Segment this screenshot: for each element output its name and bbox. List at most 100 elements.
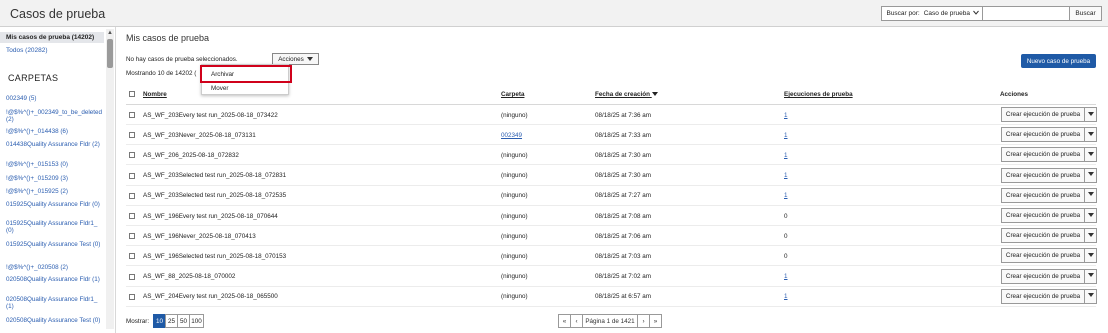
last-page-button[interactable]: » [649,314,662,328]
create-run-button[interactable]: Crear ejecución de prueba [1001,127,1085,143]
create-run-menu-button[interactable] [1085,127,1097,143]
row-created: 08/18/25 at 7:33 am [595,131,652,139]
create-run-button[interactable]: Crear ejecución de prueba [1001,248,1085,264]
sidebar-folder[interactable]: !@$%^()+_002349_to_be_deleted (2) [6,109,102,123]
sidebar-folder[interactable]: !@$%^()+_015209 (3) [6,175,102,182]
row-name[interactable]: AS_WF_203Selected test run_2025-08-18_07… [143,172,286,179]
row-checkbox[interactable] [129,253,135,260]
row-name[interactable]: AS_WF_204Every test run_2025-08-18_06550… [143,293,278,300]
create-run-menu-button[interactable] [1085,228,1097,244]
create-run-button[interactable]: Crear ejecución de prueba [1001,167,1085,183]
create-run-split-button: Crear ejecución de prueba [1001,208,1097,223]
row-name[interactable]: AS_WF_196Every test run_2025-08-18_07064… [143,213,278,220]
sidebar-folder[interactable]: 002349 (5) [6,95,102,102]
sidebar-scrollbar[interactable]: ▲ [106,29,114,329]
create-run-button[interactable]: Crear ejecución de prueba [1001,147,1085,163]
row-folder[interactable]: 002349 [501,132,522,139]
sidebar-folder[interactable]: 014438Quality Assurance Fldr (2) [6,141,102,148]
scroll-up-icon[interactable]: ▲ [107,30,113,36]
row-runs[interactable]: 1 [784,112,788,119]
caret-down-icon [1087,172,1094,178]
table-row: AS_WF_203Selected test run_2025-08-18_07… [126,186,1097,206]
row-checkbox[interactable] [129,152,135,159]
row-runs[interactable]: 1 [784,172,788,179]
sidebar-folder[interactable]: 015925Quality Assurance Fldr (0) [6,201,102,208]
sidebar-folder[interactable]: 015925Quality Assurance Fldr1_ (0) [6,220,102,234]
row-checkbox[interactable] [129,112,135,118]
sidebar-item-my-cases[interactable]: Mis casos de prueba (14202) [0,32,104,43]
row-created: 08/18/25 at 7:06 am [595,232,652,240]
col-runs[interactable]: Ejecuciones de prueba [784,91,853,98]
menu-item-move[interactable]: Mover [202,81,290,95]
page-size-option[interactable]: 100 [189,314,204,328]
row-name[interactable]: AS_WF_203Selected test run_2025-08-18_07… [143,192,286,199]
row-runs[interactable]: 1 [784,132,788,139]
row-folder: (ninguno) [501,273,528,281]
search-input[interactable] [983,6,1070,21]
create-run-split-button: Crear ejecución de prueba [1001,107,1097,122]
search-button[interactable]: Buscar [1070,6,1102,21]
row-checkbox[interactable] [129,213,135,219]
create-run-split-button: Crear ejecución de prueba [1001,228,1097,244]
row-folder: (ninguno) [501,212,528,220]
row-checkbox[interactable] [129,192,135,199]
create-run-button[interactable]: Crear ejecución de prueba [1001,268,1085,284]
sidebar-folder[interactable]: 020508Quality Assurance Fldr (1) [6,276,102,283]
search-by-label: Buscar por: [886,10,920,17]
col-name[interactable]: Nombre [143,91,167,98]
create-run-menu-button[interactable] [1085,187,1097,203]
row-created: 08/18/25 at 7:08 am [595,212,652,220]
sidebar-folder[interactable]: 020508Quality Assurance Fldr1_ (1) [6,296,102,310]
row-created: 08/18/25 at 7:30 am [595,172,652,180]
create-run-menu-button[interactable] [1085,167,1097,183]
row-checkbox[interactable] [129,172,135,179]
search-by-select[interactable]: Buscar por: Caso de prueba [881,6,983,21]
table-row: AS_WF_204Every test run_2025-08-18_06550… [126,287,1097,307]
table-footer: Mostrar: 10 25 50 100 « ‹ Página 1 de 1421 … [126,314,1096,330]
row-name[interactable]: AS_WF_88_2025-08-18_070002 [143,273,235,280]
create-run-menu-button[interactable] [1085,208,1097,223]
caret-down-icon [1087,232,1094,239]
row-runs[interactable]: 1 [784,152,788,159]
new-test-case-button[interactable]: Nuevo caso de prueba [1021,54,1096,68]
create-run-menu-button[interactable] [1085,268,1097,284]
row-name[interactable]: AS_WF_196Selected test run_2025-08-18_07… [143,253,286,260]
row-name[interactable]: AS_WF_206_2025-08-18_072832 [143,152,239,159]
row-name[interactable]: AS_WF_196Never_2025-08-18_070413 [143,233,256,240]
scrollbar-thumb[interactable] [107,39,113,68]
caret-down-icon [1087,252,1094,259]
row-name[interactable]: AS_WF_203Every test run_2025-08-18_07342… [143,112,278,119]
sidebar-folder[interactable]: 015925Quality Assurance Test (0) [6,241,102,248]
col-created[interactable]: Fecha de creación [595,91,658,98]
row-runs[interactable]: 1 [784,293,788,300]
table-row: AS_WF_196Never_2025-08-18_070413 (ninguno… [126,226,1097,247]
create-run-button[interactable]: Crear ejecución de prueba [1001,187,1085,203]
menu-item-archive[interactable]: Archivar [200,65,292,83]
create-run-button[interactable]: Crear ejecución de prueba [1001,228,1085,244]
create-run-menu-button[interactable] [1085,147,1097,163]
create-run-button[interactable]: Crear ejecución de prueba [1001,107,1085,122]
col-folder[interactable]: Carpeta [501,91,524,98]
row-checkbox[interactable] [129,132,135,139]
select-all-checkbox[interactable] [129,91,135,97]
create-run-button[interactable]: Crear ejecución de prueba [1001,208,1085,223]
main-panel: Mis casos de prueba No hay casos de prue… [117,27,1108,333]
create-run-menu-button[interactable] [1085,288,1097,304]
sidebar-item-all[interactable]: Todos (20282) [6,47,48,54]
create-run-menu-button[interactable] [1085,248,1097,264]
sidebar-folder[interactable]: !@$%^()+_015153 (0) [6,161,102,168]
create-run-button[interactable]: Crear ejecución de prueba [1001,288,1085,304]
sidebar-folder[interactable]: !@$%^()+_014438 (6) [6,128,102,135]
row-checkbox[interactable] [129,233,135,240]
row-runs[interactable]: 1 [784,192,788,199]
page-size-options: 10 25 50 100 [153,314,204,328]
row-runs[interactable]: 1 [784,273,788,280]
caret-down-icon [306,56,313,63]
create-run-menu-button[interactable] [1085,107,1097,122]
row-checkbox[interactable] [129,273,135,280]
sidebar-folder[interactable]: 020508Quality Assurance Test (0) [6,317,102,324]
sidebar-folder[interactable]: !@$%^()+_020508 (2) [6,264,102,271]
sidebar-folder[interactable]: !@$%^()+_015925 (2) [6,188,102,195]
row-checkbox[interactable] [129,293,135,300]
row-name[interactable]: AS_WF_203Never_2025-08-18_073131 [143,132,256,139]
